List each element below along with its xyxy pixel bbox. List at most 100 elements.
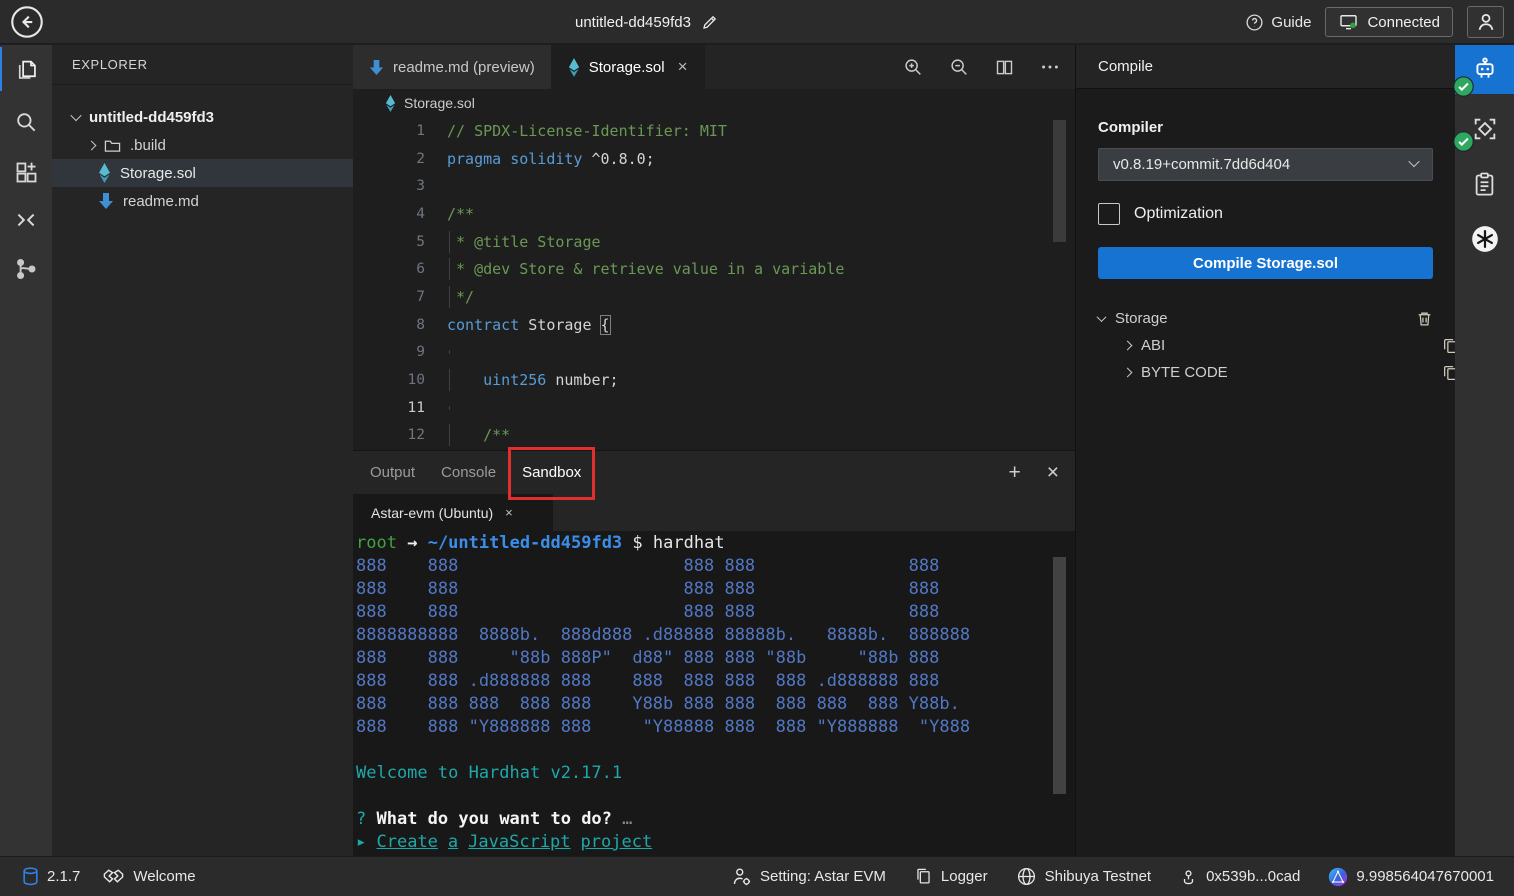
terminal[interactable]: root → ~/untitled-dd459fd3 $ hardhat 888…	[353, 531, 1075, 820]
chevron-down-icon	[70, 110, 81, 121]
zoom-out-icon[interactable]	[948, 56, 970, 78]
address-pin-icon	[1179, 867, 1198, 887]
close-tab-icon[interactable]: ×	[678, 57, 688, 77]
solidity-icon	[98, 163, 111, 183]
ascii-art-line: 888 888 888 888 888 Y88b 888 888 888 888…	[356, 693, 1075, 716]
code-line: 7 */	[353, 283, 1075, 311]
file-name: Storage.sol	[120, 165, 196, 182]
markdown-icon	[369, 59, 384, 76]
terminal-blank-line	[356, 785, 1075, 808]
close-terminal-icon[interactable]: ×	[505, 505, 513, 520]
monitor-icon	[1338, 12, 1359, 32]
logger-pages-icon	[914, 867, 933, 886]
user-icon	[1475, 11, 1497, 33]
statusbar: 2.1.7 Welcome Setting: Astar EVM Logg	[0, 856, 1514, 896]
code-line: 9	[353, 339, 1075, 367]
back-icon	[10, 5, 44, 39]
editor-scrollbar[interactable]	[1053, 120, 1066, 242]
balance-item[interactable]: 9.998564047670001	[1328, 867, 1494, 887]
tree-root-folder[interactable]: untitled-dd459fd3	[52, 103, 353, 131]
optimization-checkbox[interactable]	[1098, 203, 1120, 225]
optimization-label: Optimization	[1134, 205, 1223, 223]
folder-icon	[104, 138, 121, 153]
panel-actions: + ×	[1008, 451, 1059, 494]
tab-sandbox[interactable]: Sandbox	[520, 454, 583, 491]
breadcrumb-file: Storage.sol	[404, 95, 475, 111]
tree-item-build[interactable]: .build	[52, 131, 353, 159]
tab-readme-md[interactable]: readme.md (preview)	[353, 45, 552, 89]
avatar-button[interactable]	[1467, 6, 1504, 38]
ascii-art-line: 8888888888 8888b. 888d888 .d88888 88888b…	[356, 624, 1075, 647]
astar-token-icon	[1328, 867, 1348, 887]
activity-plugins[interactable]	[0, 148, 52, 196]
hardhat-choice-line[interactable]: ▸ CreateaJavaScriptproject	[356, 831, 1075, 854]
explorer-header: EXPLORER	[52, 45, 353, 85]
setting-item[interactable]: Setting: Astar EVM	[731, 866, 886, 887]
code-line: 10 uint256 number;	[353, 366, 1075, 394]
project-title-group: untitled-dd459fd3	[575, 0, 719, 44]
activity-collapse[interactable]	[0, 196, 52, 244]
abi-row[interactable]: ABI	[1098, 332, 1433, 359]
tab-output[interactable]: Output	[368, 454, 417, 491]
tree-item-readme-md[interactable]: readme.md	[52, 187, 353, 215]
tab-console[interactable]: Console	[439, 454, 498, 491]
plugin-grid-icon	[13, 159, 40, 186]
ascii-art-line: 888 888 888 888 888	[356, 601, 1075, 624]
compiler-label: Compiler	[1098, 119, 1433, 136]
terminal-tab-label: Astar-evm (Ubuntu)	[371, 505, 493, 521]
delete-icon[interactable]	[1416, 310, 1433, 327]
connected-button[interactable]: Connected	[1325, 7, 1453, 37]
topbar-right: Guide Connected	[1245, 0, 1504, 44]
breadcrumb[interactable]: Storage.sol	[353, 89, 1075, 117]
activity-files[interactable]	[0, 45, 52, 93]
tab-storage-sol[interactable]: Storage.sol ×	[552, 45, 705, 89]
chevron-right-icon	[1123, 368, 1133, 378]
back-button[interactable]	[10, 5, 44, 39]
right-activity-bar	[1455, 45, 1514, 856]
ascii-art-line: 888 888 888 888 888	[356, 555, 1075, 578]
statusbar-left: 2.1.7 Welcome	[0, 865, 196, 888]
code-line: 11	[353, 394, 1075, 422]
close-panel-icon[interactable]: ×	[1047, 462, 1059, 483]
chevron-down-icon	[1408, 155, 1419, 166]
ide-version[interactable]: 2.1.7	[22, 867, 80, 886]
terminal-scrollbar[interactable]	[1053, 557, 1066, 794]
compiler-version-select[interactable]: v0.8.19+commit.7dd6d404	[1098, 148, 1433, 181]
git-branch-icon	[13, 256, 39, 282]
tab-label: Storage.sol	[589, 59, 665, 76]
contract-storage-row[interactable]: Storage	[1098, 305, 1433, 332]
editor-area: readme.md (preview) Storage.sol ×	[353, 45, 1075, 856]
zoom-in-icon[interactable]	[902, 56, 924, 78]
code-editor[interactable]: 1// SPDX-License-Identifier: MIT 2pragma…	[353, 117, 1075, 450]
plugin-scan[interactable]	[1455, 162, 1514, 206]
terminal-prompt-line: root → ~/untitled-dd459fd3 $ hardhat	[356, 532, 1075, 555]
code-line: 8contract Storage {	[353, 311, 1075, 339]
welcome-item[interactable]: Welcome	[102, 865, 195, 888]
guide-button[interactable]: Guide	[1245, 13, 1311, 32]
network-item[interactable]: Shibuya Testnet	[1016, 866, 1151, 887]
edit-title-icon[interactable]	[701, 13, 719, 31]
bottom-panel-tabs: Output Console Sandbox + ×	[353, 451, 1075, 494]
wallet-address-item[interactable]: 0x539b...0cad	[1179, 867, 1300, 887]
activity-search[interactable]	[0, 98, 52, 146]
split-editor-icon[interactable]	[994, 57, 1015, 78]
activity-source-control[interactable]	[0, 245, 52, 293]
logger-item[interactable]: Logger	[914, 867, 988, 886]
bytecode-label: BYTE CODE	[1141, 364, 1228, 381]
compile-panel-title: Compile	[1076, 45, 1455, 89]
more-actions-icon[interactable]	[1039, 56, 1061, 78]
editor-toolbar	[902, 45, 1061, 89]
plugin-ai-assistant[interactable]	[1455, 217, 1514, 261]
add-terminal-icon[interactable]: +	[1008, 462, 1020, 483]
tree-item-storage-sol[interactable]: Storage.sol	[52, 159, 353, 187]
bottom-panel: Output Console Sandbox + × Astar-evm (Ub…	[353, 450, 1075, 856]
code-line: 1// SPDX-License-Identifier: MIT	[353, 117, 1075, 145]
bytecode-row[interactable]: BYTE CODE	[1098, 359, 1433, 386]
left-activity-bar	[0, 45, 52, 856]
editor-tabbar: readme.md (preview) Storage.sol ×	[353, 45, 1075, 89]
compile-button[interactable]: Compile Storage.sol	[1098, 247, 1433, 279]
terminal-tab-astar-evm[interactable]: Astar-evm (Ubuntu) ×	[353, 494, 553, 531]
compile-panel-body: Compiler v0.8.19+commit.7dd6d404 Optimiz…	[1076, 89, 1455, 386]
user-gear-icon	[731, 866, 752, 887]
guide-label: Guide	[1271, 14, 1311, 31]
